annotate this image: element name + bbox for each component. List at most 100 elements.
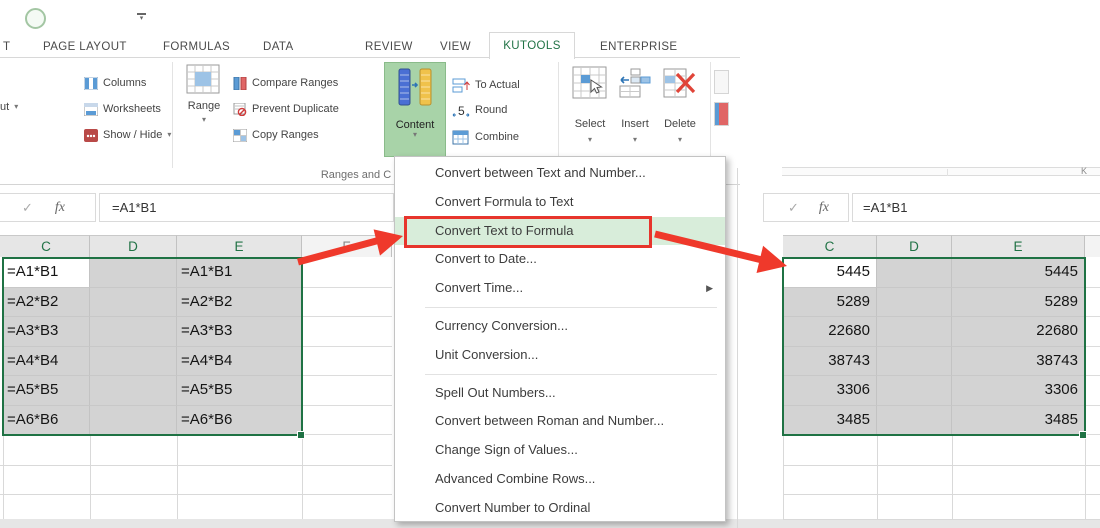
- menu-item-convert-text-number[interactable]: Convert between Text and Number...: [395, 159, 725, 188]
- cell-e1[interactable]: 5445: [952, 258, 1085, 288]
- columns-button[interactable]: Columns: [84, 74, 146, 92]
- content-icon: [398, 68, 432, 106]
- tab-enterprise[interactable]: ENTERPRISE: [600, 41, 678, 53]
- column-header-e[interactable]: E: [177, 235, 302, 257]
- check-icon[interactable]: ✓: [788, 200, 799, 216]
- menu-item-convert-number-ordinal[interactable]: Convert Number to Ordinal: [395, 494, 725, 523]
- cell-f5[interactable]: [302, 376, 392, 406]
- tab-insert-partial[interactable]: T: [3, 41, 10, 53]
- cell-c4[interactable]: =A4*B4: [3, 346, 90, 376]
- cell-e5[interactable]: =A5*B5: [177, 376, 302, 406]
- column-header-d[interactable]: D: [90, 235, 177, 257]
- menu-item-unit-conversion[interactable]: Unit Conversion...: [395, 341, 725, 370]
- cell-c6[interactable]: =A6*B6: [3, 405, 90, 435]
- cell-e3[interactable]: 22680: [952, 317, 1085, 347]
- cell-e3[interactable]: =A3*B3: [177, 317, 302, 347]
- cell-c2[interactable]: 5289: [783, 287, 877, 317]
- range-button[interactable]: [186, 64, 220, 99]
- tab-formulas[interactable]: FORMULAS: [163, 41, 230, 53]
- cell-d3[interactable]: [877, 317, 952, 347]
- cell-d5[interactable]: [877, 376, 952, 406]
- insert-button[interactable]: [619, 68, 651, 103]
- worksheets-button[interactable]: Worksheets: [84, 100, 161, 118]
- to-actual-button[interactable]: To Actual: [452, 76, 520, 94]
- cell-c4[interactable]: 38743: [783, 346, 877, 376]
- combine-button[interactable]: Combine: [452, 128, 519, 146]
- chevron-down-icon: ▾: [677, 135, 682, 144]
- cell-e6[interactable]: =A6*B6: [177, 405, 302, 435]
- column-header-c[interactable]: C: [3, 235, 90, 257]
- tab-page-layout[interactable]: PAGE LAYOUT: [43, 41, 127, 53]
- cell-d6[interactable]: [90, 405, 177, 435]
- cell-c1[interactable]: 5445: [783, 258, 877, 288]
- cell-partial: [1085, 346, 1100, 376]
- fill-handle[interactable]: [297, 431, 305, 439]
- cell-c5[interactable]: 3306: [783, 376, 877, 406]
- tab-view[interactable]: VIEW: [440, 41, 471, 53]
- cell-d4[interactable]: [877, 346, 952, 376]
- column-header-c[interactable]: C: [783, 235, 877, 257]
- menu-item-convert-to-date[interactable]: Convert to Date...: [395, 245, 725, 274]
- prevent-duplicate-button[interactable]: Prevent Duplicate: [233, 100, 339, 118]
- content-button[interactable]: Content ▾: [384, 62, 446, 157]
- fx-icon[interactable]: fx: [55, 200, 65, 216]
- column-header-d[interactable]: D: [877, 235, 952, 257]
- cell-d6[interactable]: [877, 405, 952, 435]
- cell-f6[interactable]: [302, 405, 392, 435]
- cell-d4[interactable]: [90, 346, 177, 376]
- cell-e1[interactable]: =A1*B1: [177, 258, 302, 288]
- layout-button-partial[interactable]: ut ▾: [0, 98, 18, 116]
- cell-e2[interactable]: =A2*B2: [177, 287, 302, 317]
- cell-d5[interactable]: [90, 376, 177, 406]
- cell-f2[interactable]: [302, 287, 392, 317]
- menu-item-spell-out-numbers[interactable]: Spell Out Numbers...: [395, 379, 725, 408]
- qat-customize-icon[interactable]: ▾: [137, 13, 146, 22]
- cell-c3[interactable]: =A3*B3: [3, 317, 90, 347]
- cell-e5[interactable]: 3306: [952, 376, 1085, 406]
- cell-e4[interactable]: =A4*B4: [177, 346, 302, 376]
- cell-c3[interactable]: 22680: [783, 317, 877, 347]
- cell-d2[interactable]: [90, 287, 177, 317]
- cell-c5[interactable]: =A5*B5: [3, 376, 90, 406]
- menu-item-currency-conversion[interactable]: Currency Conversion...: [395, 312, 725, 341]
- menu-item-convert-time[interactable]: Convert Time... ▶: [395, 274, 725, 303]
- cell-d1[interactable]: [90, 258, 177, 288]
- cell-c2[interactable]: =A2*B2: [3, 287, 90, 317]
- column-header-e[interactable]: E: [952, 235, 1085, 257]
- delete-button[interactable]: [663, 68, 697, 103]
- round-button[interactable]: 5 Round: [452, 101, 507, 119]
- fill-handle[interactable]: [1079, 431, 1087, 439]
- menu-item-advanced-combine-rows[interactable]: Advanced Combine Rows...: [395, 465, 725, 494]
- menu-item-convert-text-to-formula[interactable]: Convert Text to Formula: [395, 216, 725, 246]
- cell-c1[interactable]: =A1*B1: [3, 258, 90, 288]
- menu-item-change-sign[interactable]: Change Sign of Values...: [395, 436, 725, 465]
- cell-d2[interactable]: [877, 287, 952, 317]
- compare-ranges-button[interactable]: Compare Ranges: [233, 74, 338, 92]
- qat-circle-icon[interactable]: [25, 8, 46, 29]
- chevron-down-icon: ▾: [201, 115, 206, 124]
- menu-item-convert-formula-to-text[interactable]: Convert Formula to Text: [395, 188, 725, 217]
- right-formula-input[interactable]: =A1*B1: [852, 193, 1100, 222]
- cell-e6[interactable]: 3485: [952, 405, 1085, 435]
- cell-f1[interactable]: [302, 258, 392, 288]
- left-formula-input[interactable]: =A1*B1: [99, 193, 394, 222]
- cell-c6[interactable]: 3485: [783, 405, 877, 435]
- sheet-row: =A4*B4 =A4*B4: [0, 346, 392, 376]
- column-header-f[interactable]: F: [302, 235, 392, 257]
- tab-data[interactable]: DATA: [263, 41, 294, 53]
- menu-item-convert-roman-number[interactable]: Convert between Roman and Number...: [395, 407, 725, 436]
- tab-kutools[interactable]: KUTOOLS: [489, 32, 575, 59]
- tab-review[interactable]: REVIEW: [365, 41, 413, 53]
- sheet-row: 22680 22680: [783, 317, 1100, 347]
- fx-icon[interactable]: fx: [819, 200, 829, 216]
- cell-e2[interactable]: 5289: [952, 287, 1085, 317]
- cell-e4[interactable]: 38743: [952, 346, 1085, 376]
- show-hide-button[interactable]: Show / Hide ▾: [84, 126, 171, 144]
- copy-ranges-button[interactable]: Copy Ranges: [233, 126, 319, 144]
- select-button[interactable]: [572, 66, 608, 105]
- check-icon[interactable]: ✓: [22, 200, 33, 216]
- cell-f3[interactable]: [302, 317, 392, 347]
- cell-d3[interactable]: [90, 317, 177, 347]
- cell-f4[interactable]: [302, 346, 392, 376]
- cell-d1[interactable]: [877, 258, 952, 288]
